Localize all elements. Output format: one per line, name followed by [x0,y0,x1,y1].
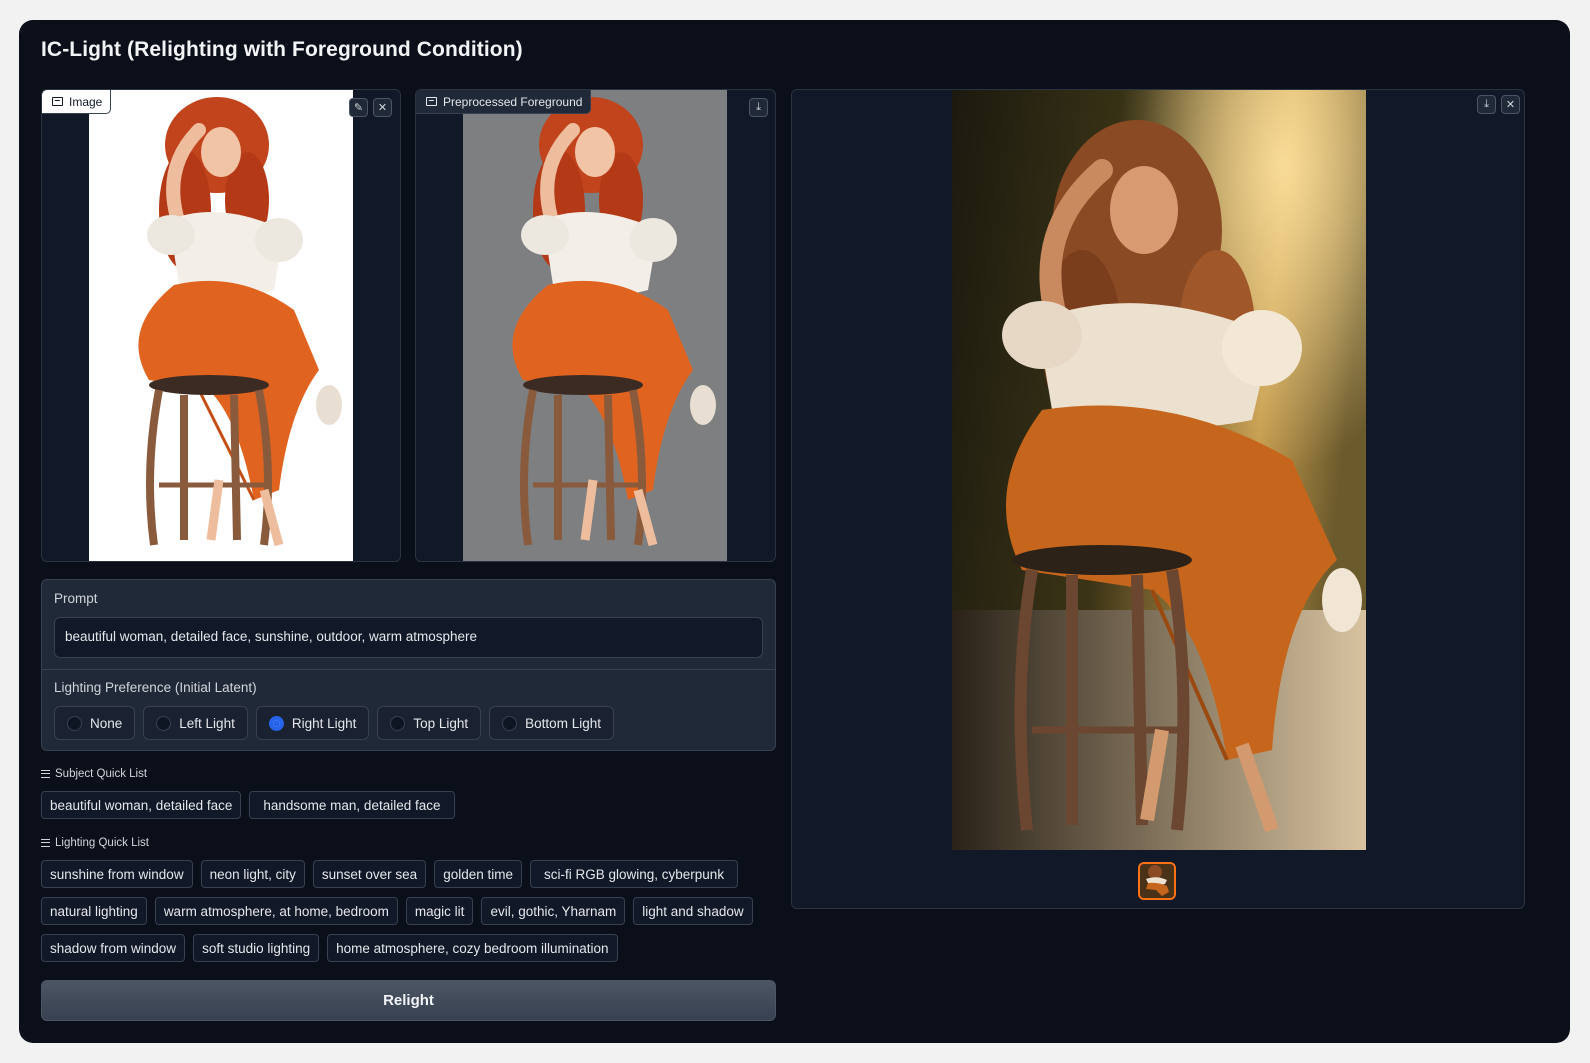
image-icon [52,97,63,106]
preprocessed-panel: Preprocessed Foreground ⤓ [415,89,776,562]
close-icon[interactable]: ✕ [1501,95,1520,114]
pencil-icon[interactable]: ✎ [349,98,368,117]
lighting-chip[interactable]: natural lighting [41,897,147,925]
radio-none[interactable]: None [54,706,136,740]
preprocessed-image [463,90,727,561]
image-icon [426,97,437,106]
output-gallery-panel: ⤓ ✕ [791,89,1525,909]
radio-dot [156,715,172,731]
radio-dot-selected [268,715,284,731]
lighting-chip[interactable]: sunset over sea [312,860,427,888]
radio-left-light[interactable]: Left Light [143,706,248,740]
subject-chip[interactable]: beautiful woman, detailed face [41,791,242,819]
radio-top-light[interactable]: Top Light [377,706,482,740]
prompt-input[interactable]: beautiful woman, detailed face, sunshine… [54,617,763,658]
lighting-chip[interactable]: shadow from window [41,934,186,962]
radio-dot [390,715,406,731]
lighting-chip[interactable]: sunshine from window [41,860,193,888]
output-image [952,90,1366,850]
lighting-quick-list-row-2: natural lighting warm atmosphere, at hom… [41,897,753,925]
subject-quick-list: beautiful woman, detailed face handsome … [41,791,455,819]
thumbnail-image [1140,864,1174,898]
app-window: IC-Light (Relighting with Foreground Con… [19,20,1570,1043]
woman-illustration-gray [512,97,716,547]
relit-photo [952,90,1366,850]
radio-right-light[interactable]: Right Light [255,706,370,740]
output-thumbnail[interactable] [1138,862,1176,900]
list-icon [41,770,50,778]
list-icon [41,839,50,847]
lighting-quick-list-row-1: sunshine from window neon light, city su… [41,860,739,888]
download-icon[interactable]: ⤓ [1477,95,1496,114]
subject-chip[interactable]: handsome man, detailed face [249,791,455,819]
lighting-preference-label: Lighting Preference (Initial Latent) [54,680,257,695]
prompt-settings-box: Prompt beautiful woman, detailed face, s… [41,579,776,751]
prompt-label: Prompt [54,591,98,606]
input-image-label: Image [42,90,112,114]
lighting-chip[interactable]: magic lit [405,897,474,925]
lighting-quick-list-title: Lighting Quick List [41,837,149,849]
preprocessed-label: Preprocessed Foreground [416,90,592,114]
radio-bottom-light[interactable]: Bottom Light [489,706,614,740]
divider [42,669,775,670]
lighting-chip[interactable]: warm atmosphere, at home, bedroom [154,897,398,925]
subject-quick-list-title: Subject Quick List [41,768,147,780]
lighting-chip[interactable]: sci-fi RGB glowing, cyberpunk [530,860,739,888]
woman-illustration [138,97,342,547]
lighting-chip[interactable]: light and shadow [633,897,753,925]
download-icon[interactable]: ⤓ [749,98,768,117]
lighting-chip[interactable]: soft studio lighting [193,934,320,962]
radio-dot [502,715,518,731]
lighting-radio-group: None Left Light Right Light Top Light Bo… [54,706,614,740]
relight-button[interactable]: Relight [41,980,776,1021]
lighting-chip[interactable]: home atmosphere, cozy bedroom illuminati… [327,934,618,962]
lighting-quick-list-row-3: shadow from window soft studio lighting … [41,934,618,962]
page-title: IC-Light (Relighting with Foreground Con… [41,38,523,61]
lighting-chip[interactable]: golden time [434,860,522,888]
radio-dot [67,715,82,731]
input-image-panel[interactable]: Image ✎ ✕ [41,89,401,562]
close-icon[interactable]: ✕ [373,98,392,117]
lighting-chip[interactable]: evil, gothic, Yharnam [481,897,626,925]
input-image [89,90,353,561]
lighting-chip[interactable]: neon light, city [200,860,305,888]
